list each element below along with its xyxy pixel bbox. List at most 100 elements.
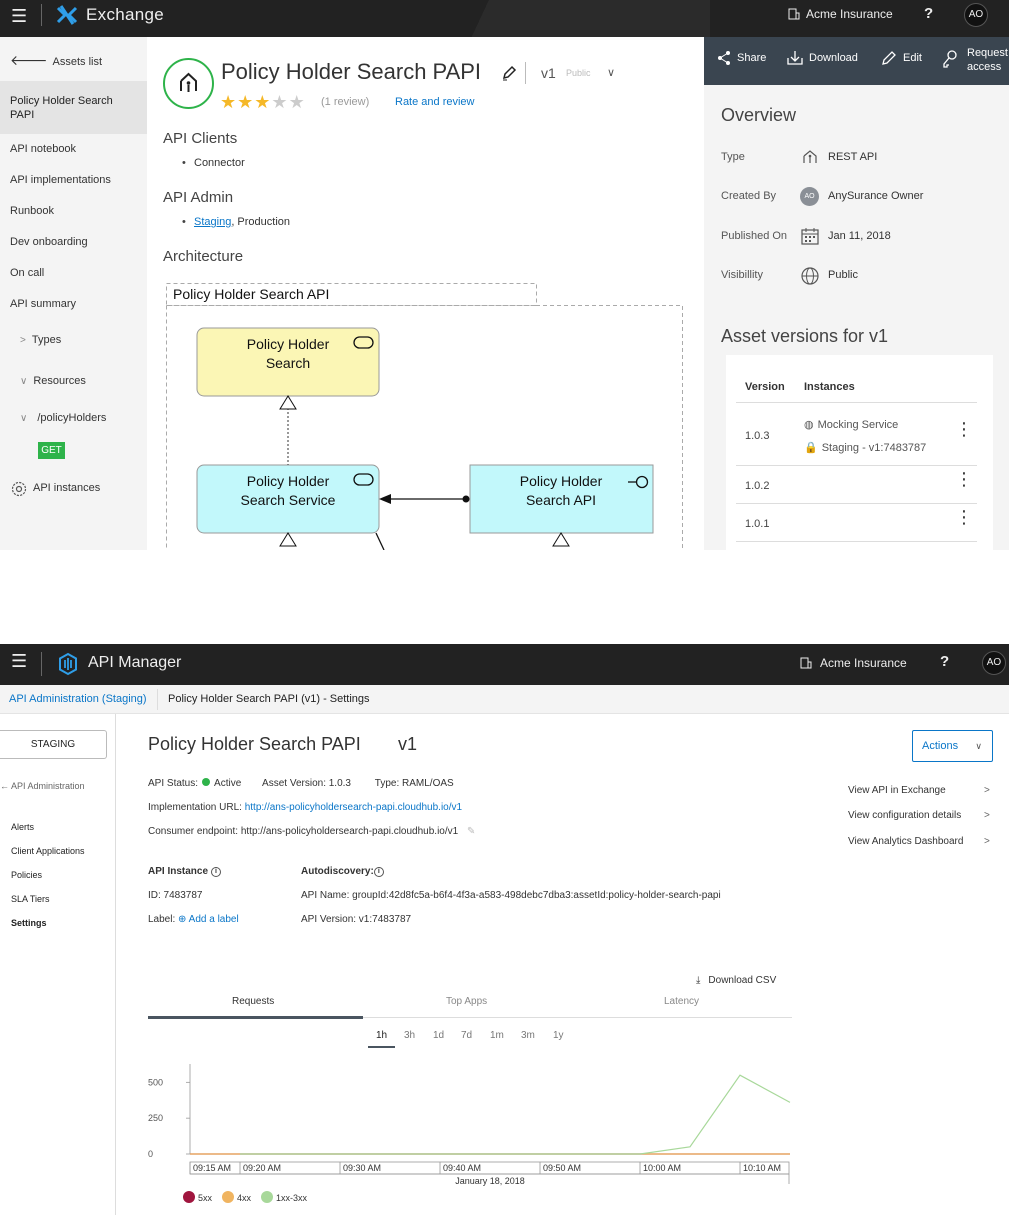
sidebar-item-client-applications[interactable]: Client Applications — [11, 846, 85, 856]
add-label-button[interactable]: ⊕ Add a label — [178, 914, 239, 925]
org-switcher[interactable]: Acme Insurance — [806, 7, 893, 21]
range-1d[interactable]: 1d — [433, 1030, 444, 1041]
exchange-screen: ☰ Exchange Acme Insurance ? AO 🡐 Assets l… — [0, 0, 1009, 550]
range-1h[interactable]: 1h — [376, 1030, 387, 1041]
get-method-badge[interactable]: GET — [38, 442, 65, 459]
range-3h[interactable]: 3h — [404, 1030, 415, 1041]
sidebar-item-resource-path[interactable]: ∨ /policyHolders — [20, 412, 106, 424]
tab-top-apps[interactable]: Top Apps — [446, 996, 487, 1007]
sidebar-item-asset-home[interactable]: Policy Holder Search PAPI — [0, 81, 147, 134]
help-button[interactable]: ? — [940, 653, 949, 670]
assets-list-link[interactable]: 🡐 Assets list — [10, 52, 102, 69]
legend-item[interactable]: 1xx-3xx — [261, 1191, 307, 1203]
gear-icon — [11, 481, 27, 497]
rate-and-review-link[interactable]: Rate and review — [395, 96, 475, 108]
breadcrumb-api-administration[interactable]: API Administration (Staging) — [9, 693, 147, 705]
app-name: API Manager — [88, 654, 182, 671]
version-selector[interactable]: v1 — [541, 65, 556, 81]
share-button[interactable]: Share — [716, 51, 766, 65]
tab-requests[interactable]: Requests — [232, 996, 274, 1007]
node-label: Search — [266, 355, 310, 371]
sidebar-item-on-call[interactable]: On call — [10, 267, 44, 279]
sidebar-item-resources[interactable]: ∨ Resources — [20, 375, 86, 387]
legend-item[interactable]: 5xx — [183, 1191, 212, 1203]
instance-label: Staging - v1:7483787 — [821, 442, 927, 454]
instance-staging[interactable]: 🔒 Staging - v1:7483787 — [804, 441, 926, 454]
hamburger-menu-icon[interactable]: ☰ — [11, 6, 27, 27]
user-avatar[interactable]: AO — [964, 3, 988, 27]
help-button[interactable]: ? — [924, 5, 933, 22]
star-filled-icon[interactable]: ★ — [254, 92, 271, 112]
org-switcher[interactable]: Acme Insurance — [820, 656, 907, 670]
sidebar-item-policies[interactable]: Policies — [11, 870, 42, 880]
version-menu-kebab-icon[interactable]: ⋮ — [955, 508, 973, 526]
sidebar-item-api-summary[interactable]: API summary — [10, 298, 76, 310]
legend-item[interactable]: 4xx — [222, 1191, 251, 1203]
version-row-1-0-2[interactable]: 1.0.2 — [745, 480, 769, 492]
range-3m[interactable]: 3m — [521, 1030, 535, 1041]
api-instance-heading: API Instance i — [148, 866, 222, 877]
node-label: Search API — [526, 492, 596, 508]
sidebar-item-api-notebook[interactable]: API notebook — [10, 143, 76, 155]
client-link-connector[interactable]: Connector — [182, 157, 245, 169]
info-icon[interactable]: i — [211, 867, 222, 877]
sidebar-item-types[interactable]: > Types — [20, 334, 61, 346]
instance-label-line: Label: ⊕ Add a label — [148, 914, 239, 925]
sidebar-item-api-instances[interactable]: API instances — [33, 482, 100, 494]
range-7d[interactable]: 7d — [461, 1030, 472, 1041]
instance-label: Mocking Service — [817, 419, 899, 431]
consumer-endpoint-value: http://ans-policyholdersearch-papi.cloud… — [240, 826, 459, 837]
hamburger-menu-icon[interactable]: ☰ — [11, 651, 27, 672]
view-configuration-details-link[interactable]: View configuration details > — [848, 810, 990, 821]
calendar-icon — [801, 228, 819, 245]
view-api-in-exchange-link[interactable]: View API in Exchange > — [848, 785, 990, 796]
autodiscovery-api-version: API Version: v1:7483787 — [301, 914, 412, 925]
pencil-icon[interactable]: ✎ — [467, 826, 475, 837]
review-count: (1 review) — [321, 96, 370, 108]
sidebar-item-label: Policy Holder Search PAPI — [10, 95, 113, 121]
implementation-url-link[interactable]: http://ans-policyholdersearch-papi.cloud… — [245, 802, 462, 813]
download-csv-button[interactable]: ⤓ Download CSV — [696, 975, 776, 986]
edit-button[interactable]: Edit — [881, 51, 922, 65]
view-analytics-dashboard-link[interactable]: View Analytics Dashboard > — [848, 836, 990, 847]
api-house-icon — [180, 72, 197, 92]
actions-dropdown[interactable]: Actions ∨ — [912, 730, 993, 762]
x-tick-label: 10:10 AM — [743, 1163, 781, 1173]
range-1y[interactable]: 1y — [553, 1030, 564, 1041]
star-filled-icon[interactable]: ★ — [237, 92, 254, 112]
sidebar-item-dev-onboarding[interactable]: Dev onboarding — [10, 236, 88, 248]
download-icon: ⤓ — [696, 975, 701, 986]
rating-stars[interactable]: ★★★★★ — [220, 92, 306, 113]
version-menu-kebab-icon[interactable]: ⋮ — [955, 470, 973, 488]
star-empty-icon[interactable]: ★ — [271, 92, 288, 112]
back-to-api-administration[interactable]: ← API Administration — [0, 781, 85, 791]
sidebar-item-api-implementations[interactable]: API implementations — [10, 174, 111, 186]
version-row-1-0-1[interactable]: 1.0.1 — [745, 518, 769, 530]
api-house-icon — [803, 150, 817, 163]
chevron-down-icon[interactable]: ∨ — [607, 66, 615, 79]
instance-mocking-service[interactable]: ◍ Mocking Service — [804, 418, 898, 431]
info-icon[interactable]: i — [373, 867, 384, 877]
sidebar-item-settings[interactable]: Settings — [11, 918, 47, 928]
download-button[interactable]: Download — [786, 51, 858, 65]
range-1m[interactable]: 1m — [490, 1030, 504, 1041]
tab-latency[interactable]: Latency — [664, 996, 699, 1007]
exchange-sidebar: 🡐 Assets list Policy Holder Search PAPI A… — [0, 37, 147, 550]
version-menu-kebab-icon[interactable]: ⋮ — [955, 420, 973, 438]
sidebar-item-alerts[interactable]: Alerts — [11, 822, 34, 832]
globe-icon — [801, 267, 819, 285]
arrowhead-triangle — [279, 395, 297, 410]
staging-link[interactable]: Staging — [194, 216, 231, 228]
user-avatar[interactable]: AO — [982, 651, 1006, 675]
type-value: REST API — [828, 151, 878, 163]
sidebar-item-runbook[interactable]: Runbook — [10, 205, 54, 217]
legend-swatch — [261, 1191, 274, 1203]
sidebar-item-sla-tiers[interactable]: SLA Tiers — [11, 894, 50, 904]
instances-column-header: Instances — [804, 381, 855, 393]
star-empty-icon[interactable]: ★ — [289, 92, 306, 112]
version-row-1-0-3[interactable]: 1.0.3 — [745, 430, 769, 442]
asset-title: Policy Holder Search PAPI — [221, 59, 482, 84]
star-filled-icon[interactable]: ★ — [220, 92, 237, 112]
environment-selector[interactable]: STAGING — [0, 730, 107, 759]
pencil-icon[interactable] — [501, 65, 517, 81]
